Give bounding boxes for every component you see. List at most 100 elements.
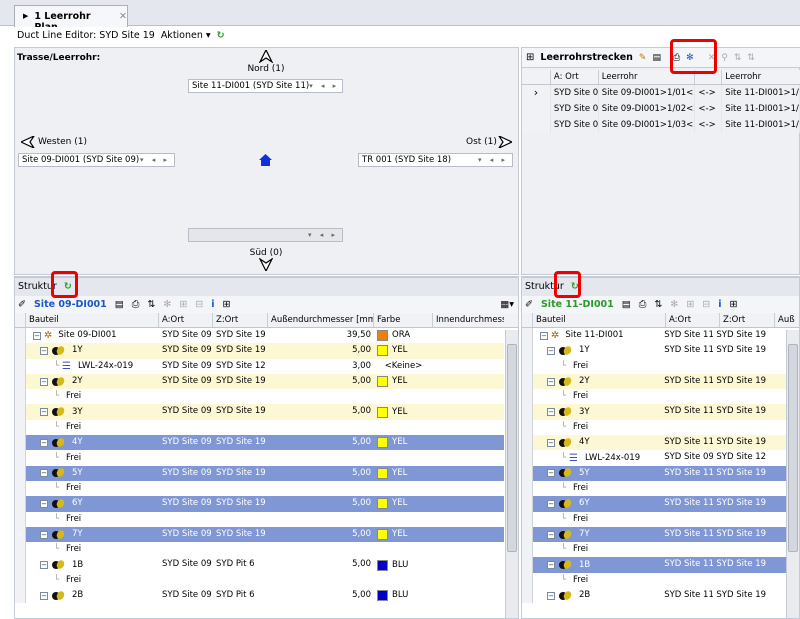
close-icon[interactable]: ✕ (119, 11, 127, 27)
row-indicator[interactable] (15, 450, 26, 466)
tree-row[interactable]: − 6Y SYD Site 09 SYD Site 19 5,00 YEL (15, 496, 505, 512)
tree-row[interactable]: › − 7Y SYD Site 09 SYD Site 19 5,00 YEL (15, 526, 505, 543)
refresh-icon[interactable]: ↻ (217, 30, 225, 45)
tree-row[interactable]: └ Frei (522, 389, 786, 405)
west-combo-controls[interactable]: ▾ ◂ ▸ (140, 156, 174, 164)
col-farbe[interactable]: Farbe (374, 313, 433, 327)
collapse-icon[interactable]: − (547, 438, 555, 447)
table-row[interactable]: › SYD Site 09 Site 09-DI001>1/01<1Y <-> Site… (522, 85, 800, 101)
row-indicator[interactable] (522, 465, 533, 481)
row-indicator[interactable] (15, 419, 26, 436)
north-combo-controls[interactable]: ▾ ◂ ▸ (309, 82, 342, 90)
tree-row[interactable]: └ Frei (522, 511, 786, 527)
col-z-ort[interactable]: Z:Ort (720, 313, 775, 327)
collapse-icon[interactable]: − (540, 331, 548, 340)
row-indicator[interactable] (15, 588, 26, 604)
collapse-icon[interactable]: − (40, 499, 48, 508)
tree-row[interactable]: − 2B SYD Site 11 SYD Site 19 (522, 588, 786, 604)
tree-row[interactable]: − 7Y SYD Site 11 SYD Site 19 (522, 526, 786, 543)
row-indicator[interactable] (15, 465, 26, 481)
collapse-icon[interactable]: − (40, 469, 48, 478)
table-icon[interactable]: ▤ (652, 53, 661, 63)
tree-row[interactable]: └ Frei (522, 480, 786, 497)
north-combo[interactable]: Site 11-DI001 (SYD Site 11) ▾ ◂ ▸ (188, 79, 343, 93)
east-combo[interactable]: TR 001 (SYD Site 18) ▾ ◂ ▸ (358, 153, 513, 167)
col-bauteil[interactable]: Bauteil (26, 313, 159, 327)
row-indicator[interactable] (522, 496, 533, 512)
tree-row[interactable]: └ Frei (15, 542, 505, 558)
col-bauteil[interactable]: Bauteil (533, 313, 666, 327)
tree-row[interactable]: └ Frei (522, 358, 786, 374)
tree-row[interactable]: − 4Y SYD Site 11 SYD Site 19 (522, 435, 786, 451)
left-scrollbar[interactable] (505, 330, 518, 618)
tree-row[interactable]: └ ☰ LWL-24x-019 SYD Site 09 SYD Site 12 (522, 450, 786, 466)
row-indicator[interactable] (15, 480, 26, 497)
row-indicator[interactable] (15, 404, 26, 420)
tree-row[interactable]: − 1B SYD Site 11 SYD Site 19 (522, 557, 786, 573)
connect-icon[interactable]: ⇅ (147, 299, 155, 310)
duct-tool-icon[interactable]: ✐ (18, 299, 26, 310)
connect2-icon[interactable]: ⇅ (747, 53, 755, 63)
row-indicator[interactable] (522, 404, 533, 420)
row-indicator[interactable] (522, 588, 533, 604)
row-indicator[interactable] (15, 328, 26, 344)
row-indicator[interactable] (522, 450, 533, 466)
row-indicator[interactable] (15, 435, 26, 451)
col-innendurchmesser[interactable]: Innendurchmesser (433, 313, 504, 327)
row-indicator[interactable] (15, 358, 26, 374)
left-scrollbar-thumb[interactable] (507, 344, 517, 552)
tree-row[interactable]: − 1B SYD Site 09 SYD Pit 6 5,00 BLU (15, 557, 505, 573)
west-arrow-icon[interactable] (21, 136, 35, 148)
tree-row[interactable]: − 5Y SYD Site 09 SYD Site 19 5,00 YEL (15, 465, 505, 481)
snowflake-icon[interactable]: ✻ (670, 299, 678, 310)
tree-row[interactable]: − ✲ Site 11-DI001 SYD Site 11 SYD Site 19 (522, 328, 786, 344)
collapse-icon[interactable]: − (40, 561, 48, 570)
tree-row[interactable]: └ ☰ LWL-24x-019 SYD Site 09 SYD Site 12 3,00 <… (15, 358, 505, 374)
east-arrow-icon[interactable] (498, 136, 512, 148)
collapse-icon[interactable]: − (40, 530, 48, 539)
row-indicator[interactable]: › (522, 85, 551, 101)
tree-row[interactable]: └ Frei (522, 419, 786, 436)
row-indicator[interactable] (522, 542, 533, 558)
connect-icon[interactable]: ⇅ (654, 299, 662, 310)
row-indicator[interactable] (522, 480, 533, 497)
tree-row[interactable]: − 3Y SYD Site 11 SYD Site 19 (522, 404, 786, 420)
row-indicator[interactable] (15, 557, 26, 573)
tree-row[interactable]: └ Frei (15, 419, 505, 436)
table-row[interactable]: SYD Site 09 Site 09-DI001>1/03<3Y <-> Site … (522, 117, 800, 133)
table-icon[interactable]: ▤ (622, 299, 631, 310)
tool-icon[interactable]: ⚲ (721, 53, 728, 63)
collapse-icon[interactable]: − (40, 438, 48, 447)
collapse-icon[interactable]: − (547, 530, 555, 539)
table-icon[interactable]: ▤ (115, 299, 124, 310)
collapse-icon[interactable]: − (547, 408, 555, 417)
collapse-icon[interactable]: − (547, 591, 555, 600)
row-indicator[interactable] (522, 358, 533, 374)
tree-row[interactable]: − 2Y SYD Site 09 SYD Site 19 5,00 YEL (15, 373, 505, 390)
row-indicator[interactable] (522, 511, 533, 527)
col-aussendurchmesser[interactable]: Auß (775, 313, 795, 327)
tree-row[interactable]: └ Frei (15, 572, 505, 589)
info-icon[interactable]: i (211, 299, 214, 310)
row-indicator[interactable] (522, 343, 533, 359)
row-indicator[interactable] (522, 435, 533, 451)
collapse-icon[interactable]: − (40, 377, 48, 386)
info-icon[interactable]: i (718, 299, 721, 310)
tree-row[interactable]: − 4Y SYD Site 09 SYD Site 19 5,00 YEL (15, 435, 505, 451)
row-indicator[interactable] (522, 419, 533, 436)
edit-icon[interactable]: ✎ (639, 53, 647, 63)
collapse-icon[interactable]: − (547, 469, 555, 478)
tree-row[interactable]: − ✲ Site 09-DI001 SYD Site 09 SYD Site 19 39,… (15, 328, 505, 344)
tree-row[interactable]: − 3Y SYD Site 09 SYD Site 19 5,00 YEL (15, 404, 505, 420)
col-a-ort[interactable]: A: Ort (551, 70, 599, 84)
west-combo[interactable]: Site 09-DI001 (SYD Site 09) ▾ ◂ ▸ (18, 153, 175, 167)
col-z-ort[interactable]: Z:Ort (213, 313, 268, 327)
south-combo-controls[interactable]: ▾ ◂ ▸ (308, 231, 342, 239)
grid-icon[interactable]: ⊞ (179, 299, 187, 310)
grid2-icon[interactable]: ⊟ (702, 299, 710, 310)
grid-icon[interactable]: ⊞ (686, 299, 694, 310)
collapse-icon[interactable]: − (40, 346, 48, 355)
table-row[interactable]: SYD Site 09 Site 09-DI001>1/02<2Y <-> Site … (522, 101, 800, 117)
south-arrow-icon[interactable] (259, 258, 273, 271)
tree-row[interactable]: └ Frei (522, 572, 786, 589)
